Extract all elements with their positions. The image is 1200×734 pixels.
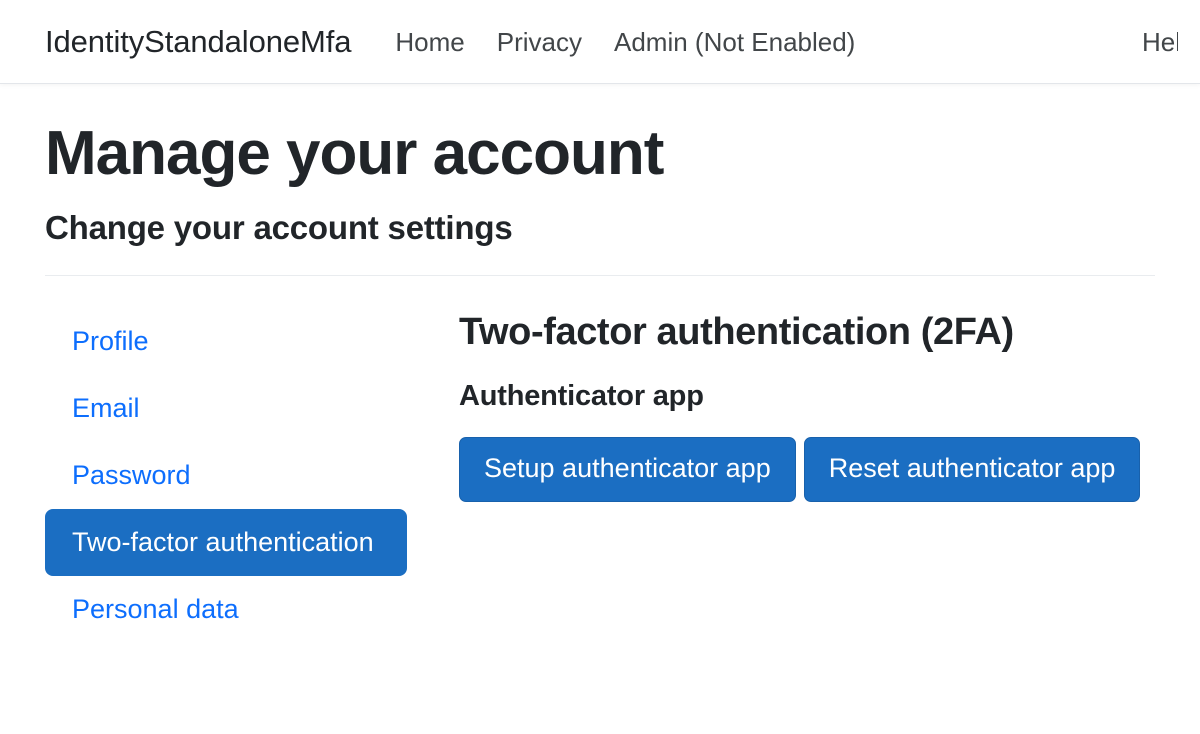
nav-link-greeting[interactable]: Hello bbox=[1142, 29, 1178, 55]
sidebar-item-email-wrapper: Email bbox=[45, 375, 407, 442]
sidebar-item-personal-data[interactable]: Personal data bbox=[45, 576, 407, 643]
nav-link-admin[interactable]: Admin (Not Enabled) bbox=[598, 29, 871, 55]
reset-authenticator-app-button[interactable]: Reset authenticator app bbox=[804, 437, 1141, 502]
authenticator-button-row: Setup authenticator app Reset authentica… bbox=[459, 411, 1155, 502]
sidebar-item-personal-data-wrapper: Personal data bbox=[45, 576, 407, 643]
navbar-user-area: Hello bbox=[1142, 29, 1178, 55]
navbar-brand[interactable]: IdentityStandaloneMfa bbox=[45, 26, 351, 57]
sidebar-item-profile-wrapper: Profile bbox=[45, 308, 407, 375]
navbar-links: Home Privacy Admin (Not Enabled) bbox=[379, 29, 1142, 55]
page-subtitle: Change your account settings bbox=[45, 185, 1155, 244]
sidebar-item-two-factor-wrapper: Two-factor authentication bbox=[45, 509, 407, 576]
content-row: Profile Email Password Two-factor authen… bbox=[45, 276, 1155, 643]
sidebar-item-password-wrapper: Password bbox=[45, 442, 407, 509]
section-subtitle-authenticator-app: Authenticator app bbox=[459, 351, 1155, 411]
page-container: Manage your account Change your account … bbox=[0, 84, 1200, 643]
account-sidebar: Profile Email Password Two-factor authen… bbox=[45, 308, 407, 643]
setup-authenticator-app-button[interactable]: Setup authenticator app bbox=[459, 437, 796, 502]
navbar: IdentityStandaloneMfa Home Privacy Admin… bbox=[0, 0, 1200, 84]
sidebar-nav-list: Profile Email Password Two-factor authen… bbox=[45, 308, 407, 643]
section-title-two-factor: Two-factor authentication (2FA) bbox=[459, 308, 1155, 351]
two-factor-panel: Two-factor authentication (2FA) Authenti… bbox=[407, 308, 1155, 502]
page-title: Manage your account bbox=[45, 84, 1155, 185]
nav-link-privacy[interactable]: Privacy bbox=[481, 29, 598, 55]
sidebar-item-email[interactable]: Email bbox=[45, 375, 407, 442]
sidebar-item-password[interactable]: Password bbox=[45, 442, 407, 509]
nav-link-home[interactable]: Home bbox=[379, 29, 480, 55]
sidebar-item-two-factor-authentication[interactable]: Two-factor authentication bbox=[45, 509, 407, 576]
sidebar-item-profile[interactable]: Profile bbox=[45, 308, 407, 375]
